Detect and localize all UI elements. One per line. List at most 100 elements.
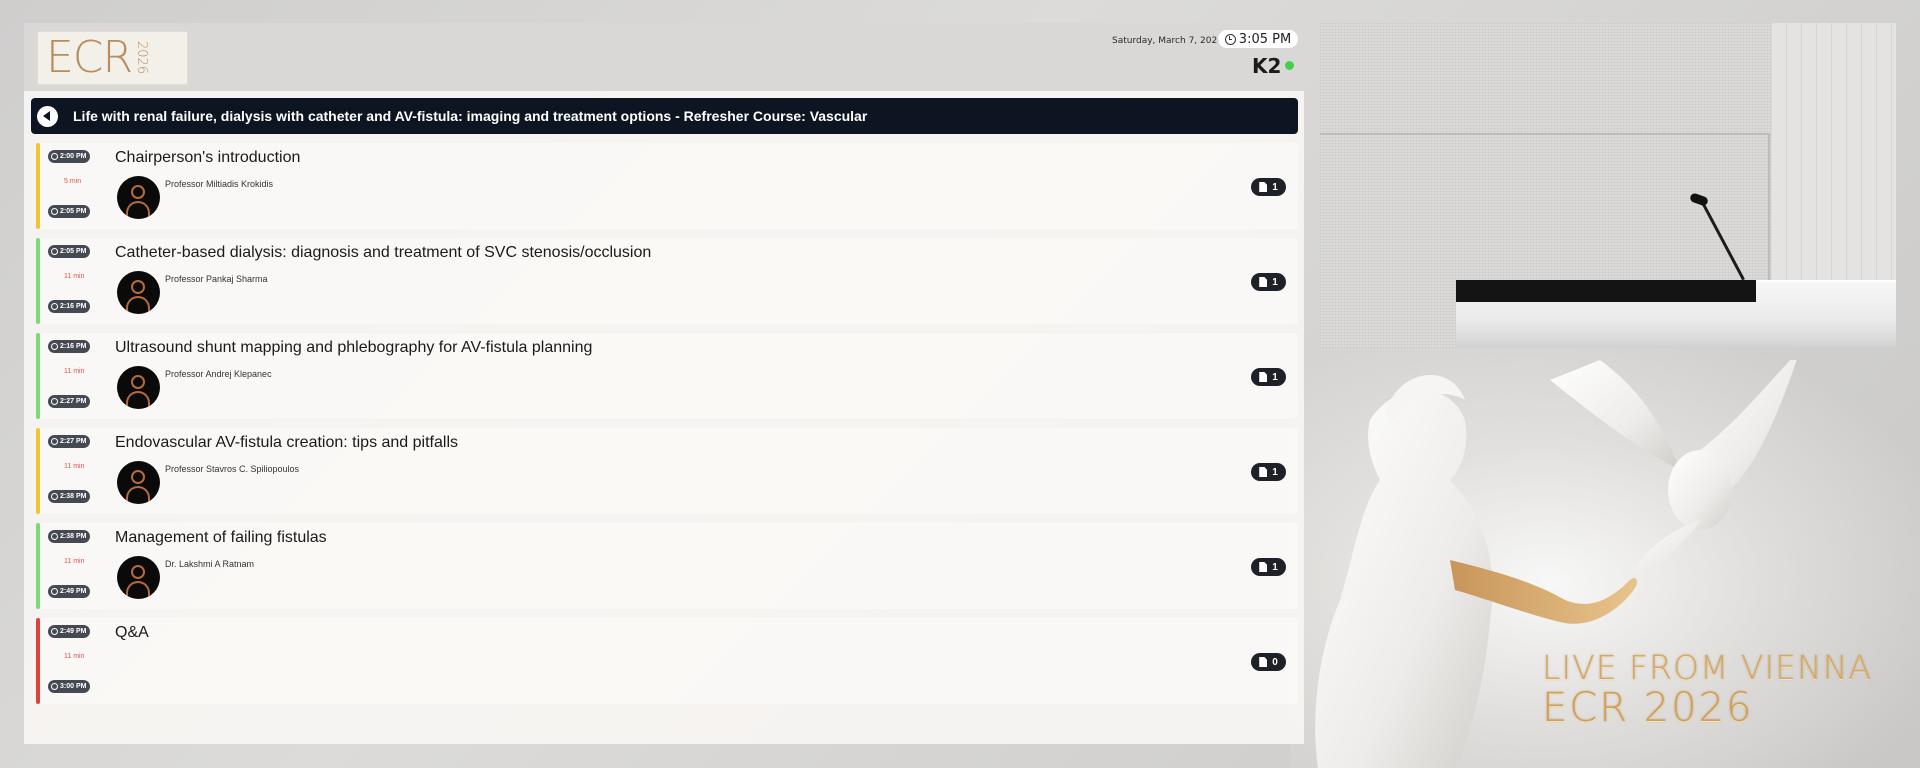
speaker-name: Professor Pankaj Sharma — [165, 274, 268, 284]
talk-duration: 5 min — [64, 178, 82, 185]
talk-start-time: 2:05 PM — [48, 245, 91, 258]
talk-status-accent — [36, 143, 40, 229]
documents-count: 1 — [1272, 181, 1278, 193]
ecr-logo: ECR 2026 — [37, 31, 188, 85]
speaker-avatar — [117, 461, 160, 504]
talk-row[interactable]: 2:16 PM 11 min 2:27 PM Ultrasound shunt … — [36, 333, 1298, 419]
live-status-dot — [1285, 61, 1294, 70]
document-icon — [1259, 467, 1268, 477]
live-video-panel[interactable] — [1320, 23, 1896, 348]
start-time-text: 2:49 PM — [60, 628, 87, 635]
documents-count: 0 — [1272, 656, 1278, 668]
person-icon — [131, 375, 145, 389]
talk-duration: 11 min — [64, 273, 85, 280]
documents-badge[interactable]: 1 — [1251, 178, 1286, 196]
person-icon — [131, 185, 145, 199]
clock-icon — [51, 303, 58, 310]
start-time-text: 2:38 PM — [60, 533, 87, 540]
background-glow — [1290, 330, 1920, 768]
talk-title: Chairperson's introduction — [115, 149, 301, 166]
person-body-icon — [126, 296, 150, 312]
document-icon — [1259, 182, 1268, 192]
person-body-icon — [126, 486, 150, 502]
clock-icon — [51, 438, 58, 445]
speaker-name: Professor Stavros C. Spiliopoulos — [165, 464, 300, 474]
talk-end-time: 2:05 PM — [48, 205, 91, 218]
clock-icon — [51, 398, 58, 405]
clock-icon — [1224, 33, 1236, 45]
end-time-text: 2:38 PM — [60, 493, 87, 500]
talk-end-time: 2:49 PM — [48, 585, 91, 598]
clock-icon — [51, 343, 58, 350]
end-time-text: 2:49 PM — [60, 588, 87, 595]
talk-status-accent — [36, 428, 40, 514]
speaker-avatar — [117, 271, 160, 314]
talk-title: Q&A — [115, 624, 149, 641]
person-icon — [131, 280, 145, 294]
live-from-vienna-text: LIVE FROM VIENNA — [1542, 648, 1872, 687]
schedule-panel: ECR 2026 Saturday, March 7, 2026 3:05 PM… — [24, 23, 1304, 744]
lectern-monitor — [1456, 280, 1756, 302]
documents-count: 1 — [1272, 561, 1278, 573]
person-icon — [131, 470, 145, 484]
documents-badge[interactable]: 1 — [1251, 368, 1286, 386]
talk-row[interactable]: 2:05 PM 11 min 2:16 PM Catheter-based di… — [36, 238, 1298, 324]
talk-status-accent — [36, 238, 40, 324]
documents-badge[interactable]: 1 — [1251, 273, 1286, 291]
documents-count: 1 — [1272, 276, 1278, 288]
talk-start-time: 2:16 PM — [48, 340, 91, 353]
talk-end-time: 2:38 PM — [48, 490, 91, 503]
start-time-text: 2:27 PM — [60, 438, 87, 445]
current-time: 3:05 PM — [1218, 30, 1298, 48]
talk-end-time: 2:16 PM — [48, 300, 91, 313]
logo-year: 2026 — [134, 41, 150, 75]
talk-status-accent — [36, 523, 40, 609]
talk-status-accent — [36, 333, 40, 419]
clock-icon — [51, 533, 58, 540]
end-time-text: 2:05 PM — [60, 208, 87, 215]
document-icon — [1259, 372, 1268, 382]
talk-status-accent — [36, 618, 40, 704]
speaker-avatar — [117, 556, 160, 599]
talk-duration: 11 min — [64, 558, 85, 565]
talk-title: Management of failing fistulas — [115, 529, 327, 546]
talk-row[interactable]: 2:49 PM 11 min 3:00 PM Q&A 0 — [36, 618, 1298, 704]
end-time-text: 2:16 PM — [60, 303, 87, 310]
talk-duration: 11 min — [64, 653, 85, 660]
documents-count: 1 — [1272, 466, 1278, 478]
room-code: K2 — [1252, 54, 1282, 78]
talk-row[interactable]: 2:27 PM 11 min 2:38 PM Endovascular AV-f… — [36, 428, 1298, 514]
start-time-text: 2:05 PM — [60, 248, 87, 255]
clock-icon — [51, 588, 58, 595]
documents-badge[interactable]: 1 — [1251, 463, 1286, 481]
speaker-avatar — [117, 176, 160, 219]
end-time-text: 3:00 PM — [60, 683, 87, 690]
clock-icon — [51, 248, 58, 255]
talk-start-time: 2:38 PM — [48, 530, 91, 543]
person-icon — [131, 565, 145, 579]
speaker-name: Professor Andrej Klepanec — [165, 369, 272, 379]
logo-text: ECR — [46, 32, 133, 83]
documents-badge[interactable]: 0 — [1251, 653, 1286, 671]
documents-badge[interactable]: 1 — [1251, 558, 1286, 576]
talk-end-time: 3:00 PM — [48, 680, 91, 693]
document-icon — [1259, 277, 1268, 287]
clock-icon — [51, 628, 58, 635]
document-icon — [1259, 657, 1268, 667]
talk-row[interactable]: 2:00 PM 5 min 2:05 PM Chairperson's intr… — [36, 143, 1298, 229]
clock-icon — [51, 153, 58, 160]
back-arrow-icon — [43, 111, 50, 121]
back-button[interactable] — [37, 105, 58, 127]
clock-icon — [51, 683, 58, 690]
session-title: Life with renal failure, dialysis with c… — [73, 108, 868, 124]
start-time-text: 2:16 PM — [60, 343, 87, 350]
clock-icon — [51, 493, 58, 500]
current-date: Saturday, March 7, 2026 — [1112, 36, 1223, 46]
talk-duration: 11 min — [64, 368, 85, 375]
talk-row[interactable]: 2:38 PM 11 min 2:49 PM Management of fai… — [36, 523, 1298, 609]
clock-icon — [51, 208, 58, 215]
speaker-name: Dr. Lakshmi A Ratnam — [165, 559, 255, 569]
talk-title: Catheter-based dialysis: diagnosis and t… — [115, 244, 652, 261]
person-body-icon — [126, 391, 150, 407]
talk-start-time: 2:27 PM — [48, 435, 91, 448]
